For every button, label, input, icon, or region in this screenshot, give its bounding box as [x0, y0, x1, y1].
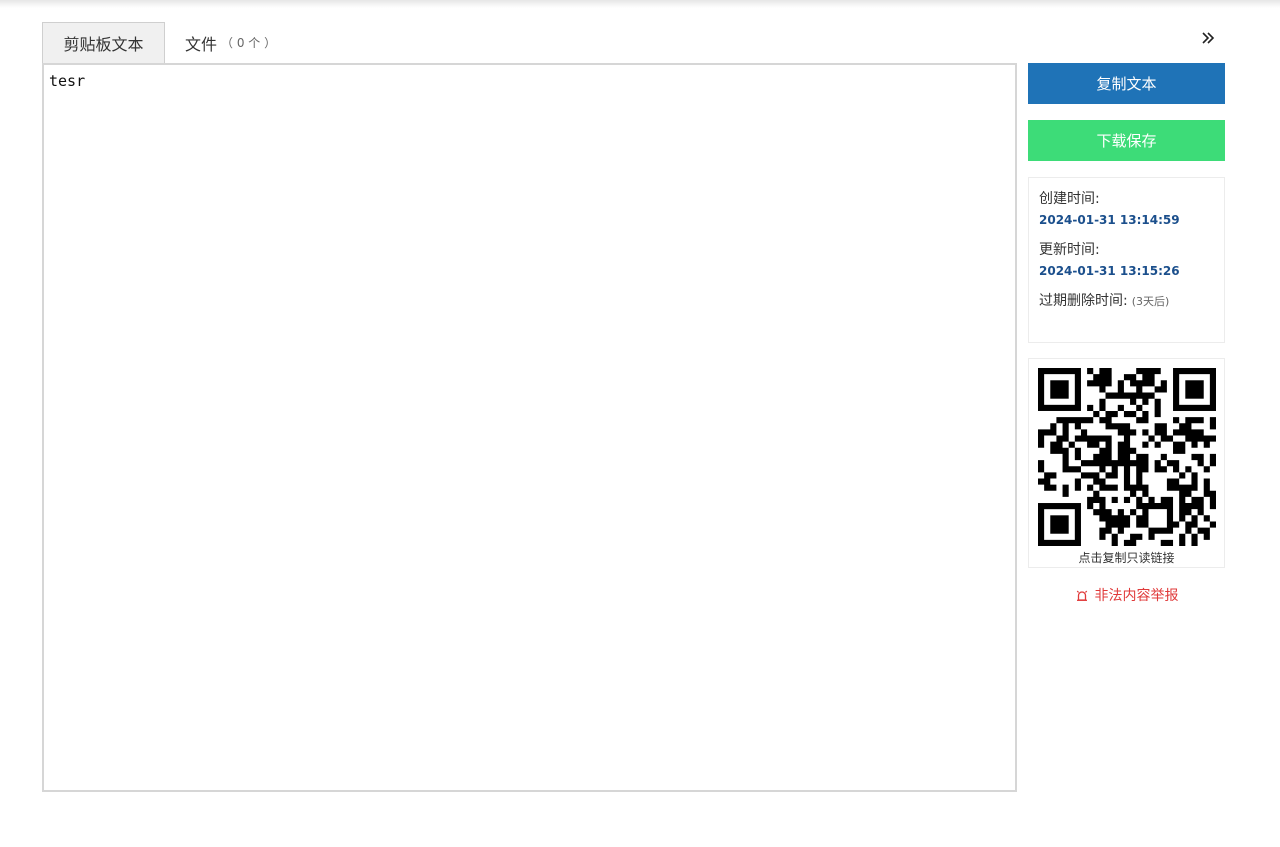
download-save-button[interactable]: 下载保存: [1028, 120, 1225, 161]
tab-clipboard-text[interactable]: 剪贴板文本: [42, 22, 165, 63]
clipboard-text-editor[interactable]: tesr: [42, 63, 1017, 792]
top-bar-shadow: [0, 0, 1280, 8]
expire-time-label: 过期删除时间:: [1039, 293, 1128, 309]
tab-files[interactable]: 文件 （ 0 个 ）: [165, 22, 296, 63]
tab-files-count: （ 0 个 ）: [221, 36, 277, 50]
expire-time-row: 过期删除时间: (3天后): [1039, 292, 1214, 311]
tab-clipboard-text-label: 剪贴板文本: [63, 35, 144, 54]
time-info-panel: 创建时间: 2024-01-31 13:14:59 更新时间: 2024-01-…: [1028, 177, 1225, 343]
updated-time-value: 2024-01-31 13:15:26: [1039, 264, 1180, 278]
created-time-value: 2024-01-31 13:14:59: [1039, 213, 1180, 227]
qr-caption: 点击复制只读链接: [1078, 551, 1175, 565]
qr-code-image: [1038, 368, 1216, 546]
double-chevron-right-icon[interactable]: [1198, 28, 1218, 48]
expire-time-note: (3天后): [1131, 295, 1170, 308]
qr-code-panel[interactable]: 点击复制只读链接: [1028, 358, 1225, 568]
tab-files-label: 文件: [185, 34, 218, 54]
alarm-icon: [1076, 590, 1087, 601]
tab-bar: 剪贴板文本 文件 （ 0 个 ）: [42, 22, 296, 64]
updated-time-label: 更新时间:: [1039, 242, 1100, 258]
report-illegal-content-link[interactable]: 非法内容举报: [1028, 585, 1225, 605]
copy-text-button[interactable]: 复制文本: [1028, 63, 1225, 104]
created-time-label: 创建时间:: [1039, 191, 1100, 207]
report-link-label: 非法内容举报: [1094, 588, 1179, 604]
